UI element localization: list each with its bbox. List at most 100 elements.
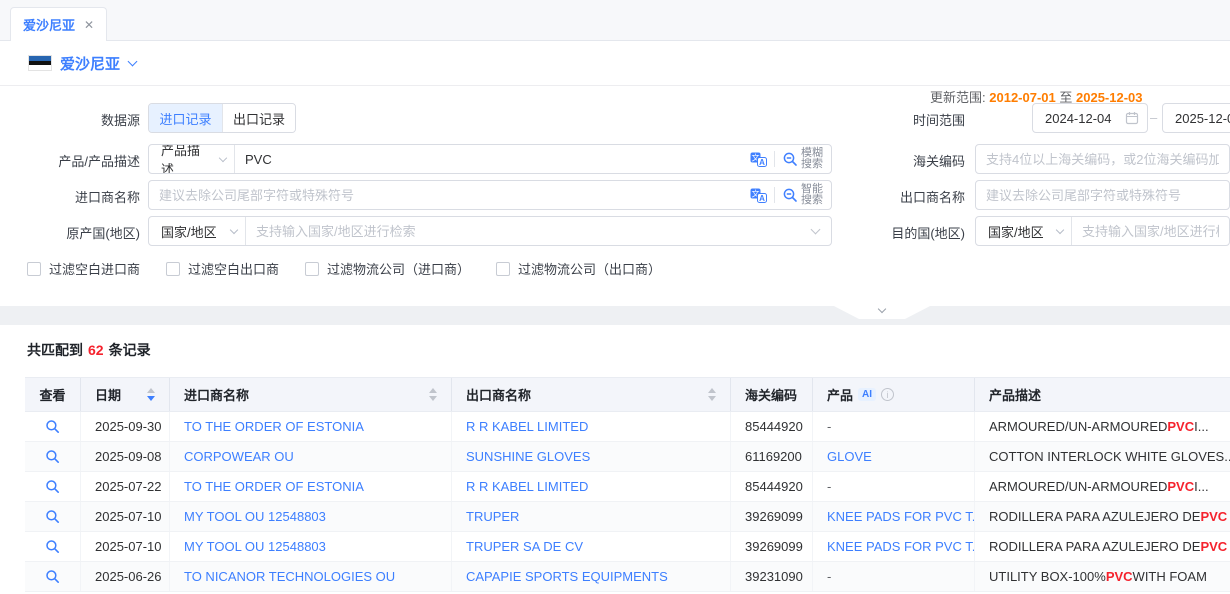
importer-link[interactable]: TO THE ORDER OF ESTONIA [184, 479, 364, 494]
checkbox-icon[interactable] [27, 262, 41, 276]
view-cell[interactable] [25, 442, 81, 471]
product-value[interactable]: KNEE PADS FOR PVC T... [827, 539, 975, 554]
exporter-cell: TRUPER SA DE CV [452, 532, 731, 561]
view-cell[interactable] [25, 562, 81, 591]
hs-code-label: 海关编码 [875, 151, 965, 170]
table-row: 2025-09-30 TO THE ORDER OF ESTONIA R R K… [25, 412, 1230, 442]
country-name[interactable]: 爱沙尼亚 [60, 53, 120, 74]
exporter-input[interactable] [976, 188, 1229, 203]
importer-link[interactable]: MY TOOL OU 12548803 [184, 539, 326, 554]
date-from-input[interactable]: 2024-12-04 [1032, 103, 1148, 133]
dest-country-label: 目的国(地区) [875, 223, 965, 242]
view-magnifier-icon[interactable] [45, 569, 60, 584]
checkbox-label: 过滤物流公司（进口商） [327, 259, 470, 278]
close-icon[interactable]: ✕ [84, 19, 94, 31]
importer-link[interactable]: CORPOWEAR OU [184, 449, 294, 464]
view-magnifier-icon[interactable] [45, 509, 60, 524]
table-header: 查看日期进口商名称出口商名称海关编码产品AIi产品描述 [25, 377, 1230, 412]
date-cell: 2025-07-22 [81, 472, 170, 501]
date-cell: 2025-09-30 [81, 412, 170, 441]
product-cell: KNEE PADS FOR PVC T... [813, 532, 975, 561]
date-to-input[interactable]: 2025-12-03 [1162, 103, 1230, 133]
sort-icons[interactable] [708, 388, 716, 401]
view-magnifier-icon[interactable] [45, 539, 60, 554]
column-header-2[interactable]: 进口商名称 [170, 378, 452, 411]
product-value: - [827, 569, 831, 584]
import-records-tab[interactable]: 进口记录 [149, 104, 222, 132]
export-records-tab[interactable]: 出口记录 [222, 104, 295, 132]
time-range-label: 时间范围 [875, 110, 965, 129]
tab-estonia[interactable]: 爱沙尼亚 ✕ [10, 7, 107, 41]
importer-cell: CORPOWEAR OU [170, 442, 452, 471]
hs-code-cell: 39231090 [731, 562, 813, 591]
column-header-1[interactable]: 日期 [81, 378, 170, 411]
translate-icon[interactable]: 文A [750, 188, 767, 203]
column-header-6: 产品描述 [975, 378, 1230, 411]
column-header-0: 查看 [25, 378, 81, 411]
panel-divider [0, 306, 1230, 325]
checkbox-icon[interactable] [305, 262, 319, 276]
chevron-down-icon[interactable] [128, 56, 138, 66]
exporter-link[interactable]: SUNSHINE GLOVES [466, 449, 590, 464]
sort-icons[interactable] [147, 388, 155, 401]
dest-country-input[interactable] [1072, 224, 1229, 239]
hs-code-input[interactable] [976, 152, 1229, 167]
exporter-group [975, 180, 1230, 210]
filter-checkbox-2[interactable]: 过滤物流公司（进口商） [305, 259, 470, 278]
checkbox-label: 过滤物流公司（出口商） [518, 259, 661, 278]
column-header-3[interactable]: 出口商名称 [452, 378, 731, 411]
product-value: - [827, 479, 831, 494]
exporter-link[interactable]: TRUPER [466, 509, 519, 524]
checkbox-icon[interactable] [496, 262, 510, 276]
origin-country-select[interactable]: 国家/地区 [149, 217, 246, 245]
view-cell[interactable] [25, 502, 81, 531]
fuzzy-search-button[interactable]: 模糊 搜索 [782, 148, 823, 170]
view-cell[interactable] [25, 532, 81, 561]
checkbox-label: 过滤空白进口商 [49, 259, 140, 278]
view-cell[interactable] [25, 412, 81, 441]
importer-cell: TO NICANOR TECHNOLOGIES OU [170, 562, 452, 591]
importer-link[interactable]: MY TOOL OU 12548803 [184, 509, 326, 524]
country-header: 爱沙尼亚 [0, 41, 1230, 86]
info-icon[interactable]: i [881, 388, 894, 401]
exporter-link[interactable]: R R KABEL LIMITED [466, 419, 588, 434]
exporter-link[interactable]: TRUPER SA DE CV [466, 539, 583, 554]
product-type-select[interactable]: 产品描述 [149, 145, 235, 173]
product-cell: - [813, 562, 975, 591]
view-magnifier-icon[interactable] [45, 449, 60, 464]
filter-checkbox-0[interactable]: 过滤空白进口商 [27, 259, 140, 278]
date-cell: 2025-07-10 [81, 532, 170, 561]
hs-code-cell: 39269099 [731, 532, 813, 561]
importer-link[interactable]: TO THE ORDER OF ESTONIA [184, 419, 364, 434]
highlighted-keyword: PVC [1106, 569, 1133, 584]
translate-icon[interactable]: 文A [750, 152, 767, 167]
exporter-link[interactable]: CAPAPIE SPORTS EQUIPMENTS [466, 569, 668, 584]
importer-cell: TO THE ORDER OF ESTONIA [170, 412, 452, 441]
highlighted-keyword: PVC [1200, 539, 1227, 554]
origin-country-input[interactable] [246, 224, 806, 239]
filter-checkbox-1[interactable]: 过滤空白出口商 [166, 259, 279, 278]
exporter-link[interactable]: R R KABEL LIMITED [466, 479, 588, 494]
description-cell: ARMOURED/UN-ARMOURED PVC I... [975, 472, 1230, 501]
checkbox-icon[interactable] [166, 262, 180, 276]
results-summary: 共匹配到62条记录 [27, 340, 151, 360]
highlighted-keyword: PVC [1200, 509, 1227, 524]
table-row: 2025-09-08 CORPOWEAR OU SUNSHINE GLOVES … [25, 442, 1230, 472]
view-cell[interactable] [25, 472, 81, 501]
svg-text:A: A [759, 158, 765, 167]
smart-search-button[interactable]: 智能 搜索 [782, 184, 823, 206]
product-value[interactable]: GLOVE [827, 449, 872, 464]
results-panel: 共匹配到62条记录 查看日期进口商名称出口商名称海关编码产品AIi产品描述 20… [0, 325, 1230, 594]
dest-country-select[interactable]: 国家/地区 [976, 217, 1072, 245]
view-magnifier-icon[interactable] [45, 419, 60, 434]
tab-bar: 爱沙尼亚 ✕ [0, 0, 1230, 41]
sort-icons[interactable] [429, 388, 437, 401]
importer-link[interactable]: TO NICANOR TECHNOLOGIES OU [184, 569, 395, 584]
filter-checkbox-3[interactable]: 过滤物流公司（出口商） [496, 259, 661, 278]
view-magnifier-icon[interactable] [45, 479, 60, 494]
product-cell: KNEE PADS FOR PVC T... [813, 502, 975, 531]
product-value[interactable]: KNEE PADS FOR PVC T... [827, 509, 975, 524]
importer-input[interactable] [149, 188, 750, 203]
product-input[interactable] [235, 152, 750, 167]
column-header-4: 海关编码 [731, 378, 813, 411]
